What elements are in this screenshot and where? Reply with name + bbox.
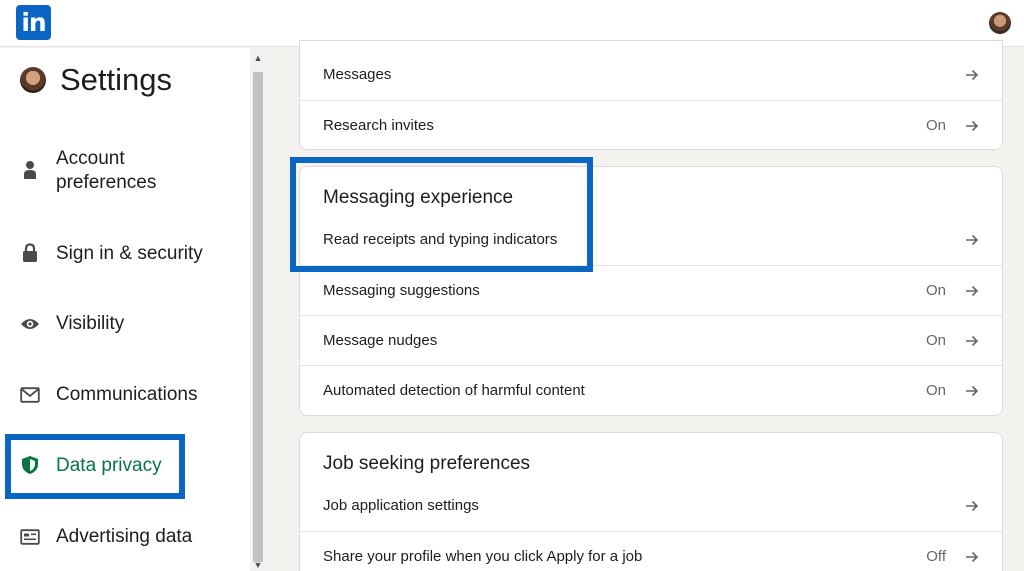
sidebar-scrollbar[interactable]: ▲ ▼ [250,48,266,571]
page-title: Settings [60,62,173,97]
setting-row-label: Share your profile when you click Apply … [323,548,643,565]
setting-row-message-nudges[interactable]: Message nudges On [300,315,1002,365]
sidebar-item-advertising-data[interactable]: Advertising data [0,523,250,551]
setting-row-harmful-content-detection[interactable]: Automated detection of harmful content O… [300,365,1002,415]
arrow-right-icon [966,500,979,512]
sidebar-item-communications[interactable]: Communications [0,381,250,409]
settings-card-job-seeking: Job seeking preferences Job application … [299,432,1003,571]
profile-avatar[interactable] [989,12,1011,34]
setting-row-label: Read receipts and typing indicators [323,231,558,248]
section-title: Messaging experience [323,187,514,208]
setting-row-share-profile-apply[interactable]: Share your profile when you click Apply … [300,531,1002,571]
arrow-right-icon [966,69,979,81]
arrow-right-icon [966,335,979,347]
setting-row-label: Job application settings [323,497,479,514]
sidebar-item-label: Sign in & security [56,243,203,264]
sidebar-item-account-preferences[interactable]: Account preferences [0,146,250,198]
person-icon [20,160,40,180]
setting-row-status: On [925,332,946,349]
settings-sidebar: Settings Account preferences Sign in & s… [0,48,250,571]
sidebar-item-label: Advertising data [56,526,193,547]
section-title: Job seeking preferences [323,453,531,474]
scroll-up-icon[interactable]: ▲ [250,48,266,68]
setting-row-label: Message nudges [323,332,438,349]
arrow-right-icon [966,234,979,246]
scroll-down-icon[interactable]: ▼ [250,559,266,571]
settings-card-messaging-experience: Messaging experience Read receipts and t… [299,166,1003,416]
settings-card-messages: Messages Research invites On [299,40,1003,150]
arrow-right-icon [966,385,979,397]
sidebar-item-label: Data privacy [56,455,162,476]
setting-row-status: On [925,282,946,299]
setting-row-label: Messaging suggestions [323,282,480,299]
linkedin-logo[interactable]: in [16,5,51,40]
sidebar-item-visibility[interactable]: Visibility [0,310,250,338]
scrollbar-thumb[interactable] [253,72,263,562]
setting-row-job-application-settings[interactable]: Job application settings [300,481,1002,531]
arrow-right-icon [966,120,979,132]
setting-row-status: On [925,382,946,399]
envelope-icon [20,385,40,405]
setting-row-label: Research invites [323,117,434,134]
sidebar-item-data-privacy[interactable]: Data privacy [0,452,250,480]
sidebar-item-label: Account preferences [56,148,157,193]
setting-row-messages[interactable]: Messages [300,50,1002,100]
setting-row-read-receipts[interactable]: Read receipts and typing indicators [300,215,1002,265]
sidebar-item-label: Visibility [56,313,125,334]
setting-row-label: Automated detection of harmful content [323,382,585,399]
setting-row-label: Messages [323,66,392,83]
setting-row-status: On [925,117,946,134]
setting-row-research-invites[interactable]: Research invites On [300,100,1002,149]
arrow-right-icon [966,551,979,563]
sidebar-item-label: Communications [56,384,198,405]
arrow-right-icon [966,285,979,297]
ad-card-icon [20,527,40,547]
shield-icon [20,455,40,475]
eye-icon [20,314,40,334]
lock-icon [20,243,40,263]
setting-row-status: Off [926,548,946,565]
setting-row-messaging-suggestions[interactable]: Messaging suggestions On [300,265,1002,315]
sidebar-avatar [20,67,46,93]
sidebar-item-sign-in-security[interactable]: Sign in & security [0,240,250,268]
